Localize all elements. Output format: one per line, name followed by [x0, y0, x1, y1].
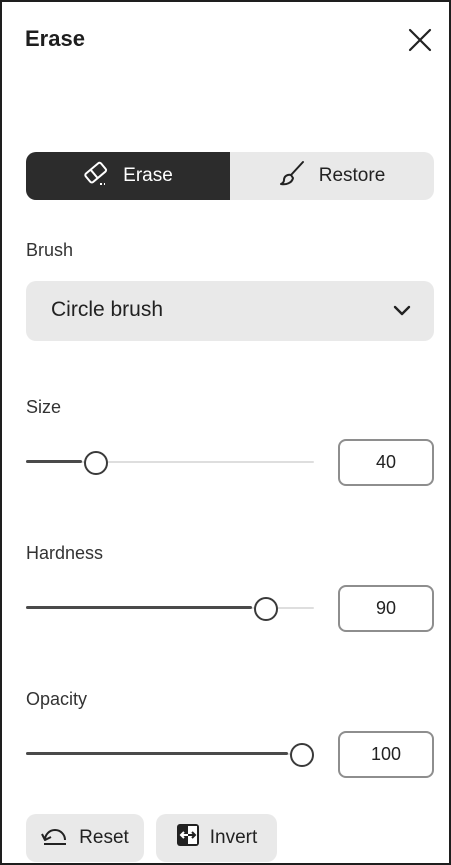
- hardness-label: Hardness: [26, 543, 104, 563]
- brush-icon: [279, 160, 307, 192]
- restore-mode-button[interactable]: Restore: [230, 152, 434, 200]
- size-slider-thumb[interactable]: [84, 451, 109, 475]
- size-slider[interactable]: [26, 447, 314, 477]
- opacity-slider-fill: [26, 752, 288, 755]
- eraser-icon: [83, 160, 111, 192]
- brush-label: Brush: [26, 240, 74, 260]
- erase-mode-label: Erase: [123, 165, 173, 186]
- invert-icon: [176, 823, 200, 853]
- restore-mode-label: Restore: [318, 165, 386, 186]
- invert-label: Invert: [209, 827, 258, 848]
- erase-mode-button[interactable]: Erase: [26, 152, 230, 200]
- size-label: Size: [26, 397, 62, 417]
- mode-toggle: Erase Restore: [26, 152, 434, 200]
- opacity-slider-thumb[interactable]: [290, 743, 314, 767]
- size-slider-fill: [26, 460, 83, 463]
- hardness-slider-fill: [26, 606, 253, 609]
- invert-button[interactable]: Invert: [156, 814, 277, 862]
- panel-title: Erase: [25, 26, 85, 51]
- erase-panel: Erase Erase Restore Brush Circle brush S…: [0, 0, 451, 865]
- opacity-label: Opacity: [26, 689, 88, 709]
- brush-dropdown-value: Circle brush: [51, 298, 164, 321]
- reset-button[interactable]: Reset: [26, 814, 144, 862]
- undo-icon: [41, 824, 69, 852]
- hardness-value-field[interactable]: 90: [338, 585, 434, 632]
- size-value-field[interactable]: 40: [338, 439, 434, 486]
- hardness-slider-thumb[interactable]: [254, 597, 279, 621]
- opacity-value-field[interactable]: 100: [338, 731, 434, 778]
- opacity-slider[interactable]: [26, 739, 314, 769]
- close-icon[interactable]: [406, 26, 434, 54]
- brush-dropdown[interactable]: Circle brush: [26, 281, 434, 341]
- reset-label: Reset: [79, 827, 129, 848]
- chevron-down-icon: [392, 301, 412, 321]
- hardness-slider[interactable]: [26, 593, 314, 623]
